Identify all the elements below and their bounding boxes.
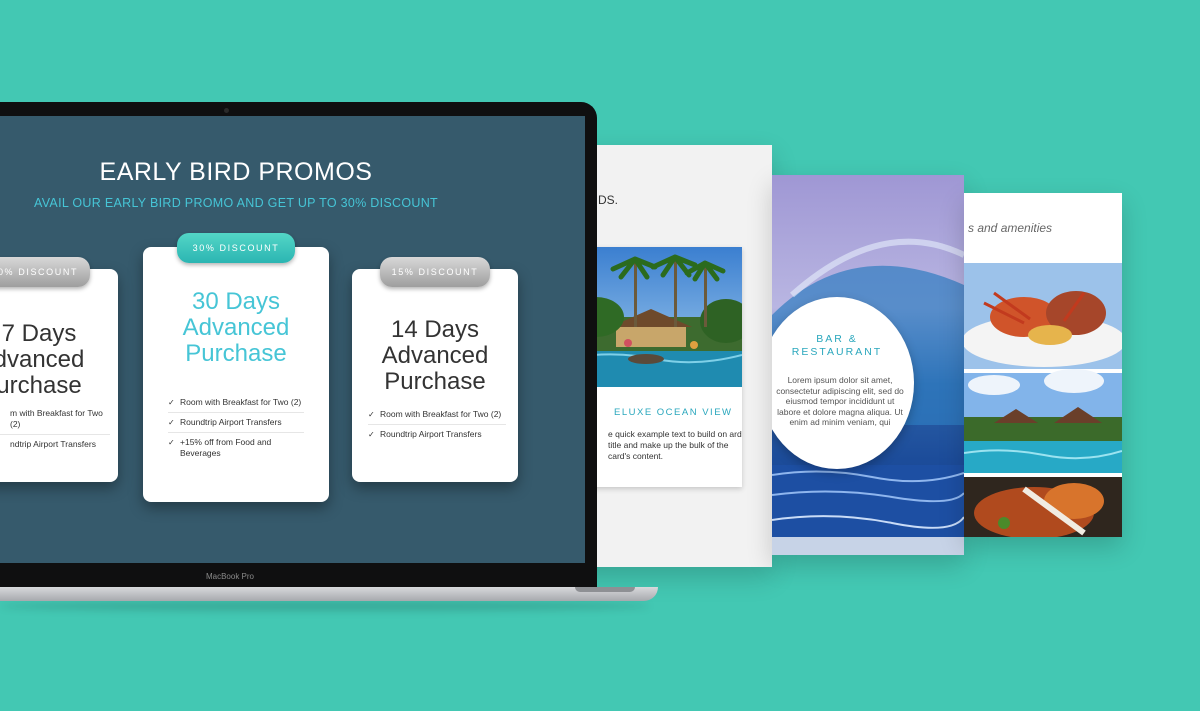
room-card[interactable]: ELUXE OCEAN VIEW e quick example text to…: [576, 247, 742, 487]
feature-item: m with Breakfast for Two (2): [0, 404, 110, 435]
discount-badge: 0% DISCOUNT: [0, 257, 90, 287]
bar-restaurant-title: BAR & RESTAURANT: [772, 333, 914, 359]
plan-line: Advanced: [182, 314, 290, 341]
feature-list: ✓ Room with Breakfast for Two (2) ✓ Roundt…: [168, 393, 304, 463]
plan-line: urchase: [0, 372, 82, 399]
page-subtitle: AVAIL OUR EARLY BIRD PROMO AND GET UP TO…: [34, 196, 438, 210]
promo-card-7-days[interactable]: 7 Days dvanced urchase m with Breakfast …: [0, 269, 118, 482]
discount-badge: 15% DISCOUNT: [380, 257, 490, 287]
plan-line: 14 Days: [390, 316, 480, 343]
feature-text: +15% off from Food and Beverages: [180, 437, 272, 458]
amenities-gallery: [964, 263, 1122, 537]
plan-line: Advanced: [381, 342, 489, 369]
feature-item: ndtrip Airport Transfers: [0, 435, 110, 454]
checkmark-icon: ✓: [168, 418, 175, 427]
page-title: EARLY BIRD PROMOS: [99, 158, 373, 186]
bar-restaurant-text: Lorem ipsum dolor sit amet, consectetur …: [776, 375, 904, 427]
laptop-base: [0, 587, 658, 601]
feature-text: Roundtrip Airport Transfers: [380, 429, 482, 439]
room-card-title: ELUXE OCEAN VIEW: [614, 407, 733, 418]
plan-line: Purchase: [384, 368, 486, 395]
laptop-notch: [575, 587, 635, 592]
feature-text: Room with Breakfast for Two (2): [180, 397, 302, 407]
feature-text: m with Breakfast for Two (2): [10, 408, 103, 429]
circle-title-line: RESTAURANT: [791, 346, 883, 358]
laptop-label: MacBook Pro: [205, 572, 255, 581]
panel-header-text: DS.: [598, 193, 619, 207]
discount-badge: 30% DISCOUNT: [177, 233, 295, 263]
plan-name: 30 Days Advanced Purchase: [143, 289, 329, 367]
feature-item: ✓ +15% off from Food and Beverages: [168, 433, 304, 463]
plan-line: Purchase: [185, 340, 287, 367]
laptop-screen: EARLY BIRD PROMOS AVAIL OUR EARLY BIRD P…: [0, 116, 585, 563]
feature-item: ✓ Roundtrip Airport Transfers: [368, 425, 506, 444]
bar-restaurant-panel: BAR & RESTAURANT Lorem ipsum dolor sit a…: [772, 175, 964, 555]
plan-name: 14 Days Advanced Purchase: [352, 317, 518, 395]
checkmark-icon: ✓: [168, 398, 175, 407]
feature-item: ✓ Room with Breakfast for Two (2): [368, 405, 506, 425]
checkmark-icon: ✓: [168, 438, 175, 447]
checkmark-icon: ✓: [368, 430, 375, 439]
feature-list: ✓ Room with Breakfast for Two (2) ✓ Roundt…: [368, 405, 506, 444]
plan-line: 7 Days: [1, 320, 77, 347]
plan-line: 30 Days: [191, 288, 281, 315]
checkmark-icon: ✓: [368, 410, 375, 419]
amenities-header-text: s and amenities: [968, 221, 1053, 235]
feature-text: Roundtrip Airport Transfers: [180, 417, 282, 427]
feature-list: m with Breakfast for Two (2) ndtrip Airp…: [0, 404, 110, 454]
plan-name: 7 Days dvanced urchase: [0, 321, 118, 399]
feature-text: Room with Breakfast for Two (2): [380, 409, 502, 419]
circle-title-line: BAR &: [816, 333, 858, 345]
feature-item: ✓ Roundtrip Airport Transfers: [168, 413, 304, 433]
promo-card-30-days[interactable]: 30 Days Advanced Purchase ✓ Room with Bre…: [143, 247, 329, 502]
feature-item: ✓ Room with Breakfast for Two (2): [168, 393, 304, 413]
plan-line: dvanced: [0, 346, 85, 373]
resort-pool-image: [576, 247, 742, 387]
feature-text: ndtrip Airport Transfers: [10, 439, 96, 449]
laptop-shadow: [0, 601, 650, 611]
promo-card-14-days[interactable]: 14 Days Advanced Purchase ✓ Room with Bre…: [352, 269, 518, 482]
amenities-panel: s and amenities: [964, 193, 1122, 537]
camera-icon: [224, 108, 229, 113]
room-card-text: e quick example text to build on ard tit…: [608, 429, 742, 461]
